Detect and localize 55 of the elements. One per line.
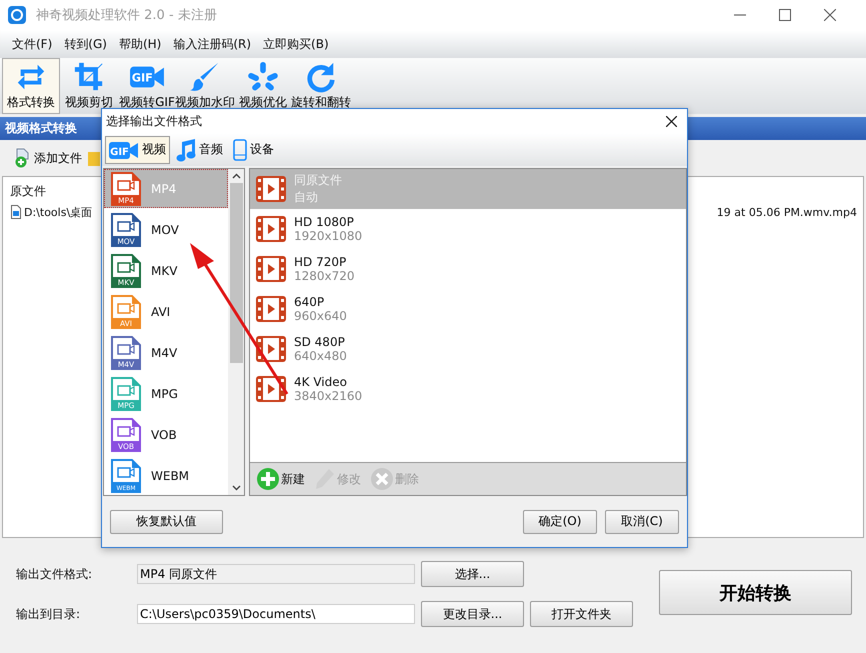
category-tab[interactable]: 设备 [229,136,278,164]
add-button[interactable]: 新建 [255,468,307,490]
toolbar-button[interactable]: 视频剪切 [60,58,118,114]
add-file-button[interactable]: 添加文件 [14,148,82,168]
category-tab[interactable]: 音频 [172,136,227,164]
preset-item[interactable]: HD 720P 1280x720 [250,249,686,289]
start-convert-button[interactable]: 开始转换 [659,570,852,615]
music-note-icon [176,138,196,162]
category-tab[interactable]: GIF 视频 [105,136,170,164]
preset-item[interactable]: SD 480P 640x480 [250,329,686,369]
preset-item[interactable]: HD 1080P 1920x1080 [250,209,686,249]
preset-item[interactable]: 4K Video 3840x2160 [250,369,686,409]
dialog-title: 选择输出文件格式 [106,112,202,130]
film-icon [256,176,286,202]
film-icon [256,256,286,282]
scrollbar[interactable] [228,169,244,495]
film-icon [256,376,286,402]
toolbar-button[interactable]: 旋转和翻转 [292,58,350,114]
menu-item[interactable]: 帮助(H) [112,36,168,52]
toolbar-button[interactable]: 视频加水印 [176,58,234,114]
plus-icon [257,468,279,490]
file-icon [11,205,21,219]
film-icon [256,216,286,242]
menu-item[interactable]: 文件(F) [6,36,58,52]
film-icon [256,336,286,362]
scroll-up-icon[interactable] [232,173,240,179]
toolbar-button[interactable]: 格式转换 [2,58,60,114]
delete-icon [371,468,393,490]
directory-field[interactable]: C:\Users\pc0359\Documents\ [137,604,415,624]
open-folder-button[interactable]: 打开文件夹 [530,601,633,627]
section-title: 视频格式转换 [5,120,77,137]
menu-item[interactable]: 立即购买(B) [257,36,335,52]
menu-item[interactable]: 转到(G) [58,36,113,52]
field-label: 输出到目录: [16,606,82,622]
format-field[interactable]: MP4 同原文件 [137,564,415,584]
field-label: 输出文件格式: [16,566,94,582]
ok-button[interactable]: 确定(O) [523,510,597,534]
file-path: 19 at 05.06 PM.wmv.mp4 [716,206,857,218]
preset-item[interactable]: 640P 960x640 [250,289,686,329]
close-icon[interactable] [666,116,677,126]
choose-button[interactable]: 选择... [421,561,524,587]
cancel-button[interactable]: 取消(C) [605,510,679,534]
sparkle-icon [246,61,280,93]
maximize-icon[interactable] [779,9,791,21]
scroll-down-icon[interactable] [232,485,240,491]
film-icon [256,296,286,322]
menu-item[interactable]: 输入注册码(R) [167,36,258,52]
change-directory-button[interactable]: 更改目录... [421,601,524,627]
window-title: 神奇视频处理软件 2.0 - 未注册 [36,7,217,24]
file-path: D:\tools\桌面 [24,204,92,220]
app-icon [8,6,26,24]
close-icon[interactable] [824,9,836,21]
reset-defaults-button[interactable]: 恢复默认值 [110,510,223,534]
phone-icon [233,138,247,160]
column-header: 原文件 [10,184,46,198]
